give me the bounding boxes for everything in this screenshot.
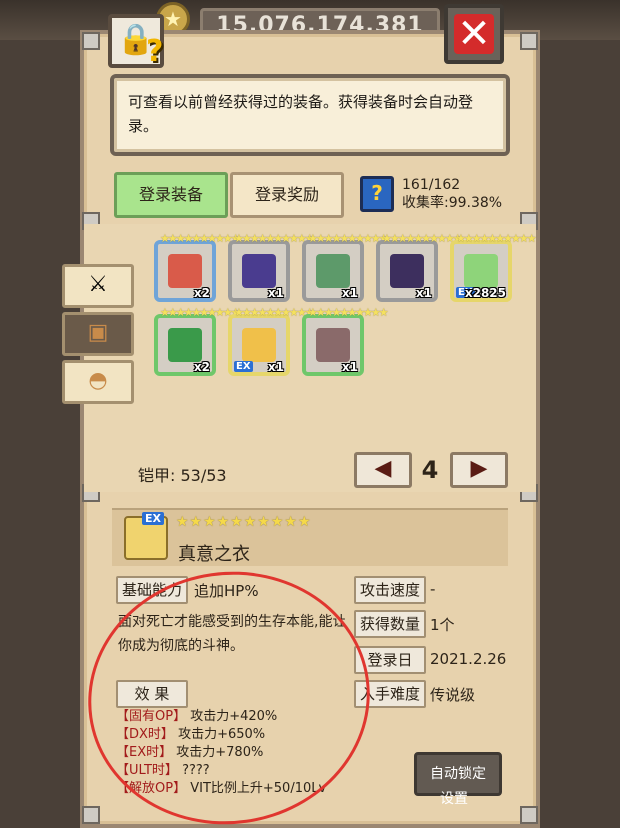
obtained-count-label: 获得数量 — [354, 610, 426, 638]
page-number: 4 — [421, 456, 439, 484]
description-box: 可查看以前曾经获得过的装备。获得装备时会自动登录。 — [110, 74, 510, 156]
ex-badge: EX — [142, 512, 164, 525]
obtained-count-value: 1个 — [430, 616, 455, 634]
side-tab-armor[interactable]: ▣ — [62, 312, 134, 356]
armor-icon — [168, 254, 202, 288]
sword-icon: ⚔ — [88, 272, 108, 297]
item-count: x1 — [267, 286, 284, 300]
item-count: x1 — [415, 286, 432, 300]
panel-corner-ornament — [82, 806, 100, 824]
collection-count-value: 161/162 — [402, 177, 461, 193]
item-name: 真意之衣 — [178, 544, 250, 565]
collection-book-icon: ? — [360, 176, 394, 212]
armor-icon — [464, 254, 498, 288]
close-button[interactable]: ✕ — [444, 4, 504, 64]
item-count: x2 — [193, 286, 210, 300]
item-count: x1 — [341, 286, 358, 300]
armor-icon — [168, 328, 202, 362]
rarity-stars: ★★★★★★★★★★ — [234, 232, 315, 245]
collection-count: 161/162 收集率:99.38% — [402, 176, 502, 212]
armor-icon — [242, 328, 276, 362]
item-count: x2 — [193, 360, 210, 374]
register-date-value: 2021.2.26 — [430, 650, 507, 668]
settings-label[interactable]: 设置 — [440, 788, 468, 808]
rarity-stars: ★★★★★★★★★★ — [308, 306, 389, 319]
equipment-slot[interactable]: ★★★★★★★★★★ x2 — [154, 306, 241, 376]
armor-icon — [316, 254, 350, 288]
rarity-stars: ★★★★★★★★★★ — [160, 232, 241, 245]
panel-corner-ornament — [520, 32, 538, 50]
side-tab-helmet[interactable]: ◓ — [62, 360, 134, 404]
armor-icon — [242, 254, 276, 288]
panel-corner-ornament — [82, 32, 100, 50]
armor-count: 铠甲: 53/53 — [138, 462, 227, 486]
armor-count-label: 铠甲: — [138, 466, 176, 485]
prev-page-button[interactable]: ◀ — [354, 452, 412, 488]
rarity-stars: ★★★★★★★★★★ — [160, 306, 241, 319]
difficulty-value: 传说级 — [430, 686, 476, 704]
help-question-icon: ? — [146, 34, 164, 69]
equipment-slot[interactable]: ★★★★★★★★★★ x1 — [302, 232, 389, 302]
helmet-icon: ◓ — [88, 368, 108, 393]
rarity-stars: ★★★★★★★★★★ — [176, 514, 312, 530]
panel-corner-ornament — [520, 806, 538, 824]
tab-registered-equipment[interactable]: 登录装备 — [114, 172, 228, 218]
next-page-button[interactable]: ▶ — [450, 452, 508, 488]
attack-speed-value: - — [430, 580, 436, 598]
equipment-slot[interactable]: ★★★★★★★★★★ EX x2825 — [450, 232, 537, 302]
item-count: x2825 — [464, 286, 506, 300]
rarity-stars: ★★★★★★★★★★ — [308, 232, 389, 245]
tab-registration-rewards[interactable]: 登录奖励 — [230, 172, 344, 218]
rarity-stars: ★★★★★★★★★★ — [456, 232, 537, 245]
side-tab-weapon[interactable]: ⚔ — [62, 264, 134, 308]
chevron-left-icon: ◀ — [374, 456, 392, 481]
armor-count-value: 53/53 — [180, 466, 227, 485]
attack-speed-label: 攻击速度 — [354, 576, 426, 604]
rarity-stars: ★★★★★★★★★★ — [382, 232, 463, 245]
equipment-slot[interactable]: ★★★★★★★★★★ x2 — [154, 232, 241, 302]
armor-icon — [390, 254, 424, 288]
ex-badge: EX — [234, 361, 253, 372]
collection-rate-label: 收集率: — [402, 195, 449, 211]
equipment-slot[interactable]: ★★★★★★★★★★ x1 — [228, 232, 315, 302]
equipment-slot[interactable]: ★★★★★★★★★★ EX x1 — [228, 306, 315, 376]
armor-icon: ▣ — [87, 320, 109, 345]
armor-icon — [316, 328, 350, 362]
chevron-right-icon: ▶ — [470, 456, 488, 481]
equipment-slot[interactable]: ★★★★★★★★★★ x1 — [302, 306, 389, 376]
item-count: x1 — [267, 360, 284, 374]
rarity-stars: ★★★★★★★★★★ — [234, 306, 315, 319]
equipment-slot[interactable]: ★★★★★★★★★★ x1 — [376, 232, 463, 302]
item-count: x1 — [341, 360, 358, 374]
collection-rate-value: 99.38% — [448, 195, 503, 211]
close-icon: ✕ — [454, 14, 494, 54]
